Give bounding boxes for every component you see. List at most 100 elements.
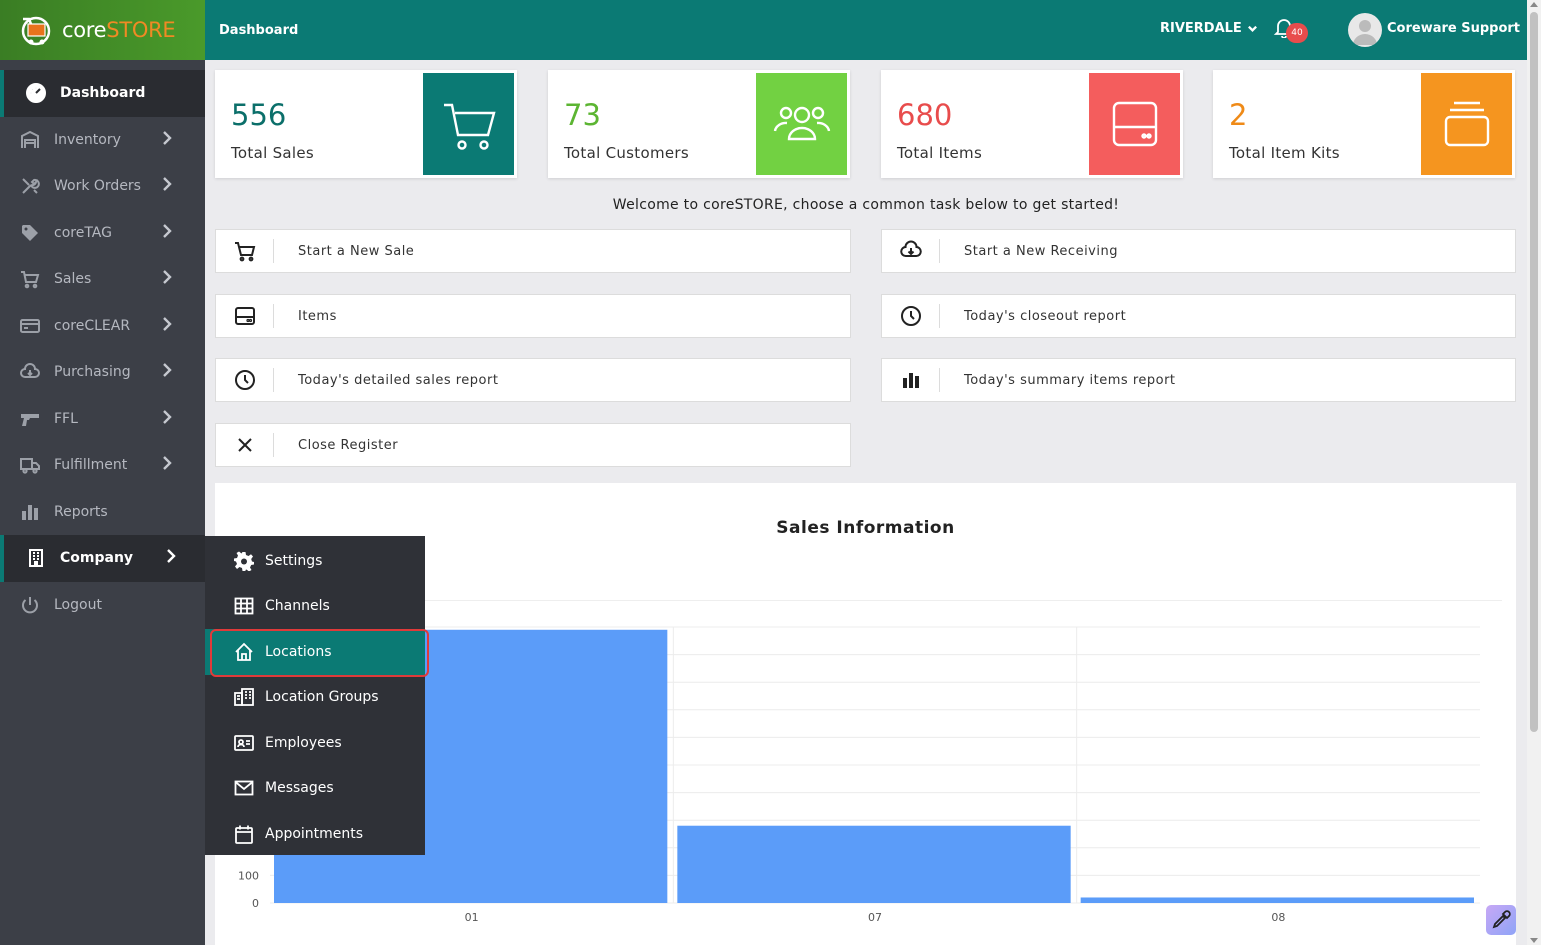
stat-card-total-customers[interactable]: 73 Total Customers (548, 70, 850, 178)
sidebar-item-label: Company (60, 550, 134, 567)
sidebar-item-ffl[interactable]: FFL (0, 396, 205, 443)
cart-icon (216, 239, 274, 263)
sidebar-item-label: Logout (54, 596, 102, 613)
stat-card-total-item-kits[interactable]: 2 Total Item Kits (1213, 70, 1515, 178)
sidebar-item-label: Dashboard (60, 85, 146, 102)
stat-label: Total Sales (231, 144, 315, 162)
stat-card-total-sales[interactable]: 556 Total Sales (215, 70, 517, 178)
task-closeout-report[interactable]: Today's closeout report (881, 294, 1516, 338)
eyedropper-icon[interactable] (1486, 905, 1516, 935)
sidebar-item-work-orders[interactable]: Work Orders (0, 163, 205, 210)
cloud-download-icon (18, 360, 42, 384)
users-icon (756, 73, 847, 175)
task-start-new-sale[interactable]: Start a New Sale (215, 229, 851, 273)
vertical-scrollbar[interactable] (1527, 0, 1541, 945)
chevron-right-icon (160, 223, 174, 242)
gun-icon (18, 407, 42, 431)
clock-icon (882, 304, 940, 328)
inventory-icon (18, 128, 42, 152)
tag-icon (18, 221, 42, 245)
menu-item-settings[interactable]: Settings (205, 538, 425, 584)
notification-badge: 40 (1286, 23, 1308, 43)
dashboard-icon (24, 81, 48, 105)
bar-chart-icon (18, 500, 42, 524)
sidebar-item-logout[interactable]: Logout (0, 582, 205, 629)
stat-label: Total Item Kits (1229, 144, 1340, 162)
menu-item-label: Employees (265, 734, 342, 751)
menu-item-locations[interactable]: Locations (205, 629, 429, 676)
task-items[interactable]: Items (215, 294, 851, 338)
stat-card-total-items[interactable]: 680 Total Items (881, 70, 1183, 178)
sidebar-item-purchasing[interactable]: Purchasing (0, 349, 205, 396)
sidebar-item-fulfillment[interactable]: Fulfillment (0, 442, 205, 489)
sidebar-item-label: Reports (54, 503, 108, 520)
brand-logo[interactable]: coreSTORE (0, 0, 205, 60)
store-logo-icon (18, 12, 58, 48)
task-summary-items-report[interactable]: Today's summary items report (881, 358, 1516, 402)
sidebar-item-coreclear[interactable]: coreCLEAR (0, 303, 205, 350)
hdd-icon (1089, 73, 1180, 175)
sidebar-item-label: coreTAG (54, 224, 112, 241)
close-icon (216, 433, 274, 457)
task-label: Close Register (298, 437, 399, 453)
stat-value: 73 (564, 98, 601, 132)
breadcrumb[interactable]: Dashboard (219, 23, 298, 38)
power-icon (18, 593, 42, 617)
stat-label: Total Customers (564, 144, 689, 162)
sidebar-item-inventory[interactable]: Inventory (0, 117, 205, 164)
cart-icon (423, 73, 514, 175)
building-icon (24, 546, 48, 570)
sidebar: coreSTORE Dashboard Inventory Work Order… (0, 0, 205, 945)
scroll-up-arrow-icon[interactable] (1530, 2, 1538, 7)
home-icon (233, 641, 255, 663)
menu-item-location-groups[interactable]: Location Groups (205, 675, 425, 721)
menu-item-channels[interactable]: Channels (205, 584, 425, 630)
task-label: Start a New Sale (298, 243, 415, 259)
task-close-register[interactable]: Close Register (215, 423, 851, 467)
sidebar-item-dashboard[interactable]: Dashboard (0, 70, 205, 117)
scroll-down-arrow-icon[interactable] (1530, 938, 1538, 943)
chevron-right-icon (160, 363, 174, 381)
clock-icon (216, 368, 274, 392)
hdd-icon (216, 304, 274, 328)
menu-item-label: Messages (265, 780, 334, 797)
grid-icon (233, 595, 255, 617)
buildings-icon (233, 686, 255, 708)
gear-icon (233, 550, 255, 572)
y-tick-label: 0 (252, 897, 259, 910)
chevron-right-icon (164, 549, 178, 567)
menu-item-label: Settings (265, 552, 323, 569)
menu-item-messages[interactable]: Messages (205, 766, 425, 812)
cloud-download-icon (882, 239, 940, 263)
location-selector[interactable]: RIVERDALE (1160, 21, 1258, 36)
company-submenu: Settings Channels Locations Location Gro… (205, 536, 429, 857)
id-card-icon (233, 732, 255, 754)
task-detailed-sales-report[interactable]: Today's detailed sales report (215, 358, 851, 402)
user-name[interactable]: Coreware Support (1387, 21, 1520, 36)
menu-item-appointments[interactable]: Appointments (205, 811, 425, 857)
bar-07 (677, 825, 1071, 903)
task-start-new-receiving[interactable]: Start a New Receiving (881, 229, 1516, 273)
avatar[interactable] (1348, 13, 1382, 47)
task-label: Start a New Receiving (964, 243, 1118, 259)
welcome-message: Welcome to coreSTORE, choose a common ta… (612, 197, 1120, 213)
chevron-down-icon (1247, 25, 1257, 32)
stack-icon (1421, 73, 1512, 175)
bar-chart-icon (882, 368, 940, 392)
stat-label: Total Items (897, 144, 983, 162)
chevron-right-icon (160, 130, 174, 149)
stat-value: 2 (1229, 98, 1248, 132)
stat-value: 556 (231, 98, 287, 132)
brand-name: coreSTORE (62, 18, 176, 42)
chevron-right-icon (160, 270, 174, 288)
sidebar-item-reports[interactable]: Reports (0, 489, 205, 536)
menu-item-employees[interactable]: Employees (205, 720, 425, 766)
chevron-right-icon (160, 316, 174, 335)
scrollbar-thumb[interactable] (1530, 12, 1538, 732)
task-label: Today's closeout report (964, 308, 1127, 324)
chevron-right-icon (160, 409, 174, 428)
location-name: RIVERDALE (1160, 21, 1242, 36)
sidebar-item-sales[interactable]: Sales (0, 256, 205, 303)
sidebar-item-company[interactable]: Company (0, 535, 205, 582)
sidebar-item-coretag[interactable]: coreTAG (0, 210, 205, 257)
